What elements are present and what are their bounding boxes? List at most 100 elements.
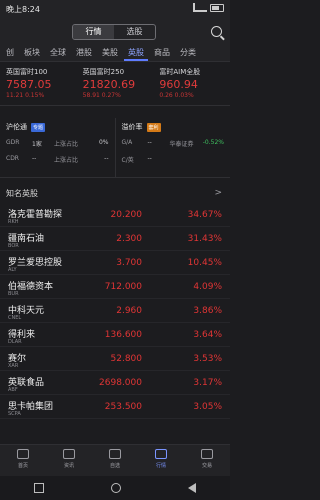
nav-trade[interactable]: 交易: [184, 445, 230, 476]
tab-uk[interactable]: 英股: [124, 44, 148, 61]
index-card[interactable]: 英国富时250 21820.69 58.91 0.27%: [77, 64, 154, 105]
nav-label: 资讯: [63, 463, 74, 469]
index-card[interactable]: 富时AIM全股 960.94 0.26 0.03%: [153, 64, 230, 105]
stock-row[interactable]: 中科天元 CNEL 2.960 3.86%: [0, 299, 230, 323]
arbitrage-badge: 套利: [146, 122, 161, 132]
row-label: CDR: [6, 155, 19, 162]
index-value: 21820.69: [82, 78, 136, 91]
stock-change: 3.05%: [193, 402, 222, 412]
premium-panel[interactable]: 溢价率 套利 G/A -- 华泰证券 -0.52% C/英 --: [114, 118, 231, 177]
signal-icon: [193, 3, 207, 12]
stock-change: 4.09%: [193, 282, 222, 292]
search-icon[interactable]: [211, 26, 222, 37]
stock-change: 34.67%: [187, 210, 222, 220]
tab-global[interactable]: 全球: [46, 44, 70, 61]
recent-apps-icon[interactable]: [33, 483, 44, 493]
index-value: 7587.05: [6, 78, 52, 91]
stock-symbol: XAR: [8, 363, 19, 369]
nav-watchlist[interactable]: 自选: [92, 445, 138, 476]
status-bar: 晚上8:24: [0, 0, 230, 20]
panel-row: G/A -- 华泰证券 -0.52%: [122, 139, 225, 148]
row-metric: [170, 155, 225, 164]
stock-row[interactable]: 罗兰爱思控股 ALY 3.700 10.45%: [0, 251, 230, 275]
segment-market[interactable]: 行情: [73, 25, 114, 39]
tab-sector[interactable]: 板块: [20, 44, 44, 61]
row-value: -0.52%: [202, 139, 224, 146]
row-count: 1家: [32, 141, 42, 148]
stock-row[interactable]: 思卡帕集团 SCPA 253.500 3.05%: [0, 395, 230, 419]
tab-chuang[interactable]: 创: [2, 44, 18, 61]
tab-commodity[interactable]: 商品: [150, 44, 174, 61]
index-change: 11.21 0.15%: [6, 92, 45, 99]
stock-row[interactable]: 疆南石油 BOR 2.300 31.43%: [0, 227, 230, 251]
stock-list: 洛克霍普勘探 RKH 20.200 34.67% 疆南石油 BOR 2.300 …: [0, 203, 230, 419]
stock-symbol: RKH: [8, 219, 19, 225]
stock-symbol: BUR: [8, 291, 19, 297]
row-value: 0%: [98, 139, 109, 146]
segment-control: 行情 选股: [72, 24, 156, 40]
market-icon: [155, 449, 167, 459]
stock-symbol: SCPA: [8, 411, 21, 417]
panel-title: 溢价率 套利: [122, 122, 225, 132]
home-button-icon[interactable]: [110, 483, 121, 493]
segment-stock-picker[interactable]: 选股: [114, 25, 155, 39]
index-value: 960.94: [159, 78, 198, 91]
index-name: 英国富时250: [82, 68, 125, 76]
stock-price: 2.300: [116, 234, 142, 244]
section-header[interactable]: 知名英股 >: [0, 185, 230, 201]
row-metric: 上涨占比: [54, 157, 79, 164]
stock-row[interactable]: 赛尔 XAR 52.800 3.53%: [0, 347, 230, 371]
stock-change: 31.43%: [187, 234, 222, 244]
market-tabs: 创 板块 全球 港股 美股 英股 商品 分类: [0, 44, 230, 62]
index-change: 0.26 0.03%: [159, 92, 194, 99]
nav-home[interactable]: 首页: [0, 445, 46, 476]
chevron-right-icon: >: [214, 188, 222, 198]
stock-price: 52.800: [110, 354, 143, 364]
watchlist-icon: [109, 449, 121, 459]
tab-hk[interactable]: 港股: [72, 44, 96, 61]
row-label: GDR: [6, 139, 20, 146]
nav-label: 行情: [155, 463, 166, 469]
panel-title: 沪伦通 专题: [6, 122, 109, 132]
stock-price: 3.700: [116, 258, 142, 268]
bottom-nav: 首页 资讯 自选 行情 交易: [0, 444, 230, 476]
stock-row[interactable]: 洛克霍普勘探 RKH 20.200 34.67%: [0, 203, 230, 227]
topic-badge: 专题: [31, 122, 46, 132]
stock-symbol: BOR: [8, 243, 19, 249]
nav-label: 交易: [201, 463, 212, 469]
tab-us[interactable]: 美股: [98, 44, 122, 61]
stock-row[interactable]: 英联食品 ABF 2698.000 3.17%: [0, 371, 230, 395]
nav-news[interactable]: 资讯: [46, 445, 92, 476]
stock-row[interactable]: 得利来 DLAR 136.600 3.64%: [0, 323, 230, 347]
index-card[interactable]: 英国富时100 7587.05 11.21 0.15%: [0, 64, 77, 105]
row-count: --: [32, 155, 37, 162]
stock-change: 3.86%: [193, 306, 222, 316]
stock-symbol: ABF: [8, 387, 18, 393]
back-icon[interactable]: [188, 483, 197, 493]
system-nav-bar: [0, 476, 230, 500]
stock-change: 3.17%: [193, 378, 222, 388]
stock-price: 2698.000: [99, 378, 142, 388]
battery-icon: [210, 3, 224, 12]
news-icon: [63, 449, 75, 459]
row-count: --: [147, 139, 152, 146]
panel-title-text: 沪伦通: [6, 123, 27, 131]
index-change: 58.91 0.27%: [82, 92, 121, 99]
index-name: 富时AIM全股: [159, 68, 201, 76]
stock-row[interactable]: 伯福德资本 BUR 712.000 4.09%: [0, 275, 230, 299]
stock-change: 3.53%: [193, 354, 222, 364]
stock-symbol: CNEL: [8, 315, 22, 321]
stock-symbol: DLAR: [8, 339, 22, 345]
nav-label: 首页: [17, 463, 28, 469]
stock-price: 20.200: [110, 210, 143, 220]
row-label: C/英: [121, 157, 134, 164]
tab-category[interactable]: 分类: [176, 44, 200, 61]
london-connect-panel[interactable]: 沪伦通 专题 GDR 1家 上涨占比 0% CDR -- 上涨占比 --: [0, 118, 115, 177]
panel-row: CDR -- 上涨占比 --: [6, 155, 109, 164]
home-icon: [17, 449, 29, 459]
stock-price: 136.600: [104, 330, 142, 340]
stock-price: 253.500: [104, 402, 142, 412]
nav-market[interactable]: 行情: [138, 445, 184, 476]
index-strip: 英国富时100 7587.05 11.21 0.15% 英国富时250 2182…: [0, 64, 230, 106]
nav-label: 自选: [109, 463, 120, 469]
